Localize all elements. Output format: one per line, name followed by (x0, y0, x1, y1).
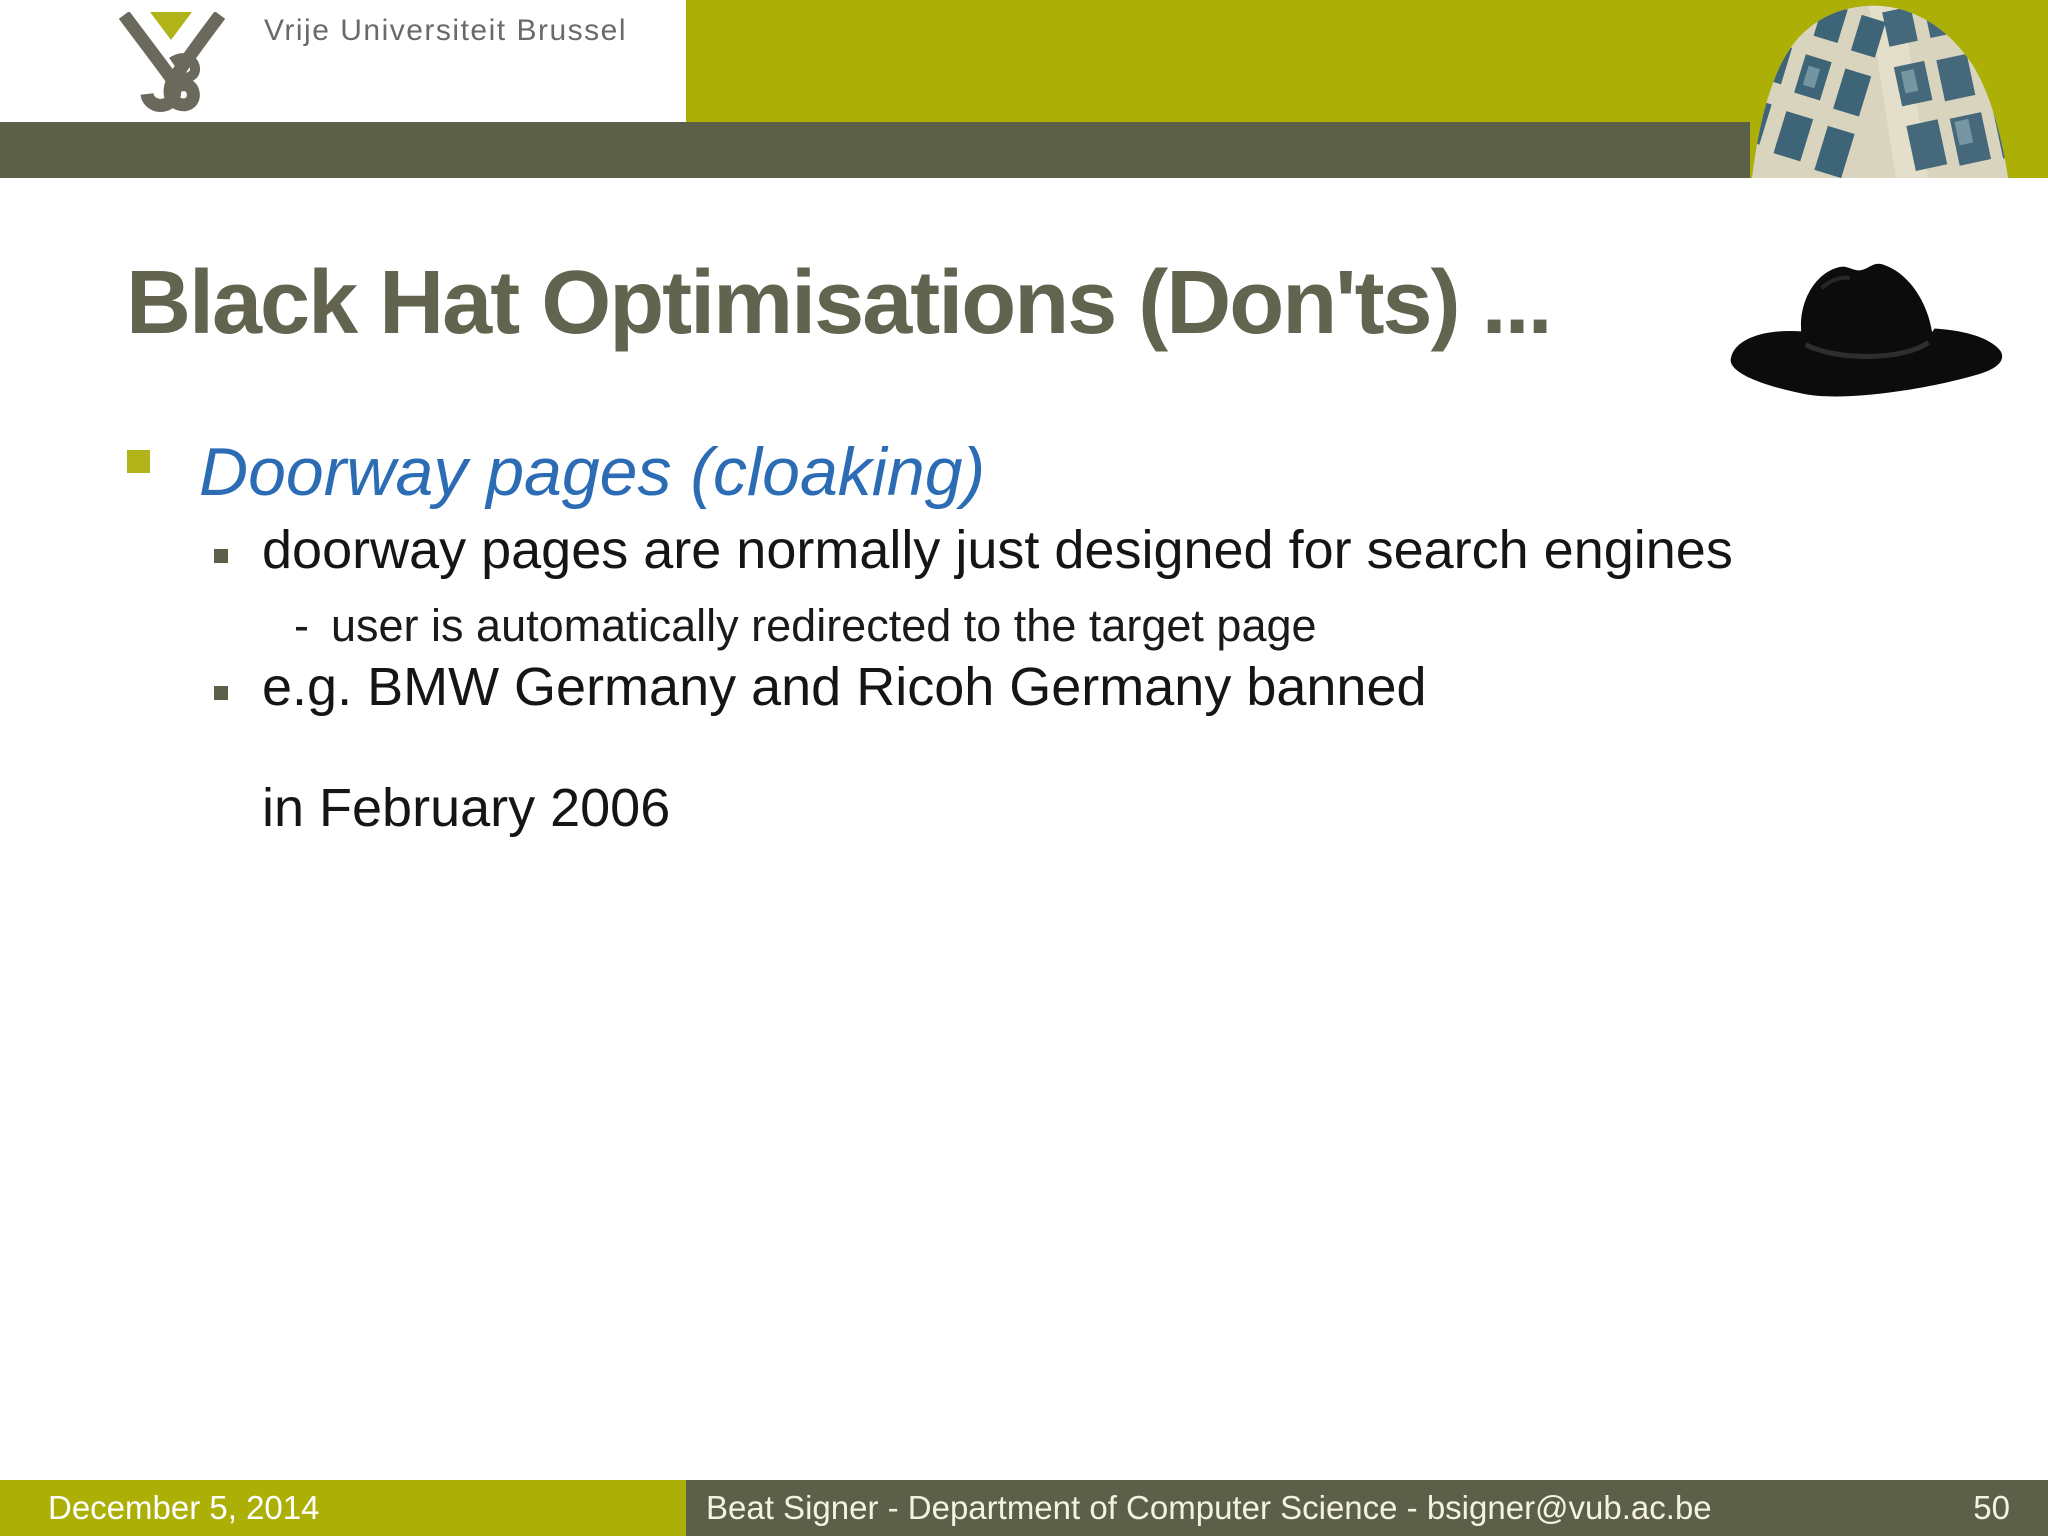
bullet-line2: in February 2006 (262, 777, 671, 838)
footer-date: December 5, 2014 (48, 1489, 320, 1526)
black-hat-icon (1730, 263, 2003, 397)
square-bullet-icon (127, 450, 150, 473)
slide: Vrije Universiteit Brussel Black Hat Opt… (0, 0, 2048, 1536)
footer-date-section: December 5, 2014 (0, 1480, 686, 1536)
bullet-level2-text: doorway pages are normally just designed… (262, 520, 1733, 580)
bullet-level2-text: e.g. BMW Germany and Ricoh Germany banne… (262, 657, 1427, 838)
header-olive-bar (0, 122, 2048, 178)
footer-credit: Beat Signer - Department of Computer Sci… (706, 1489, 1712, 1526)
dash-bullet: - (294, 600, 309, 651)
bullet-line1: e.g. BMW Germany and Ricoh Germany banne… (262, 657, 1427, 717)
bullet-level3-row: - user is automatically redirected to the… (294, 600, 1317, 652)
university-name: Vrije Universiteit Brussel (264, 14, 627, 47)
footer-credit-section: Beat Signer - Department of Computer Sci… (686, 1480, 2048, 1536)
vub-logo-icon (118, 12, 226, 112)
square-bullet-icon (214, 549, 228, 563)
bullet-level3-text: user is automatically redirected to the … (331, 600, 1317, 651)
building-illustration (1752, 5, 2008, 178)
bullet-level1-text: Doorway pages (cloaking) (199, 434, 986, 510)
page-title: Black Hat Optimisations (Don'ts) ... (126, 253, 1553, 353)
square-bullet-icon (214, 686, 228, 700)
footer-page-number: 50 (1973, 1489, 2010, 1526)
campus-building-photo (1750, 0, 2048, 178)
